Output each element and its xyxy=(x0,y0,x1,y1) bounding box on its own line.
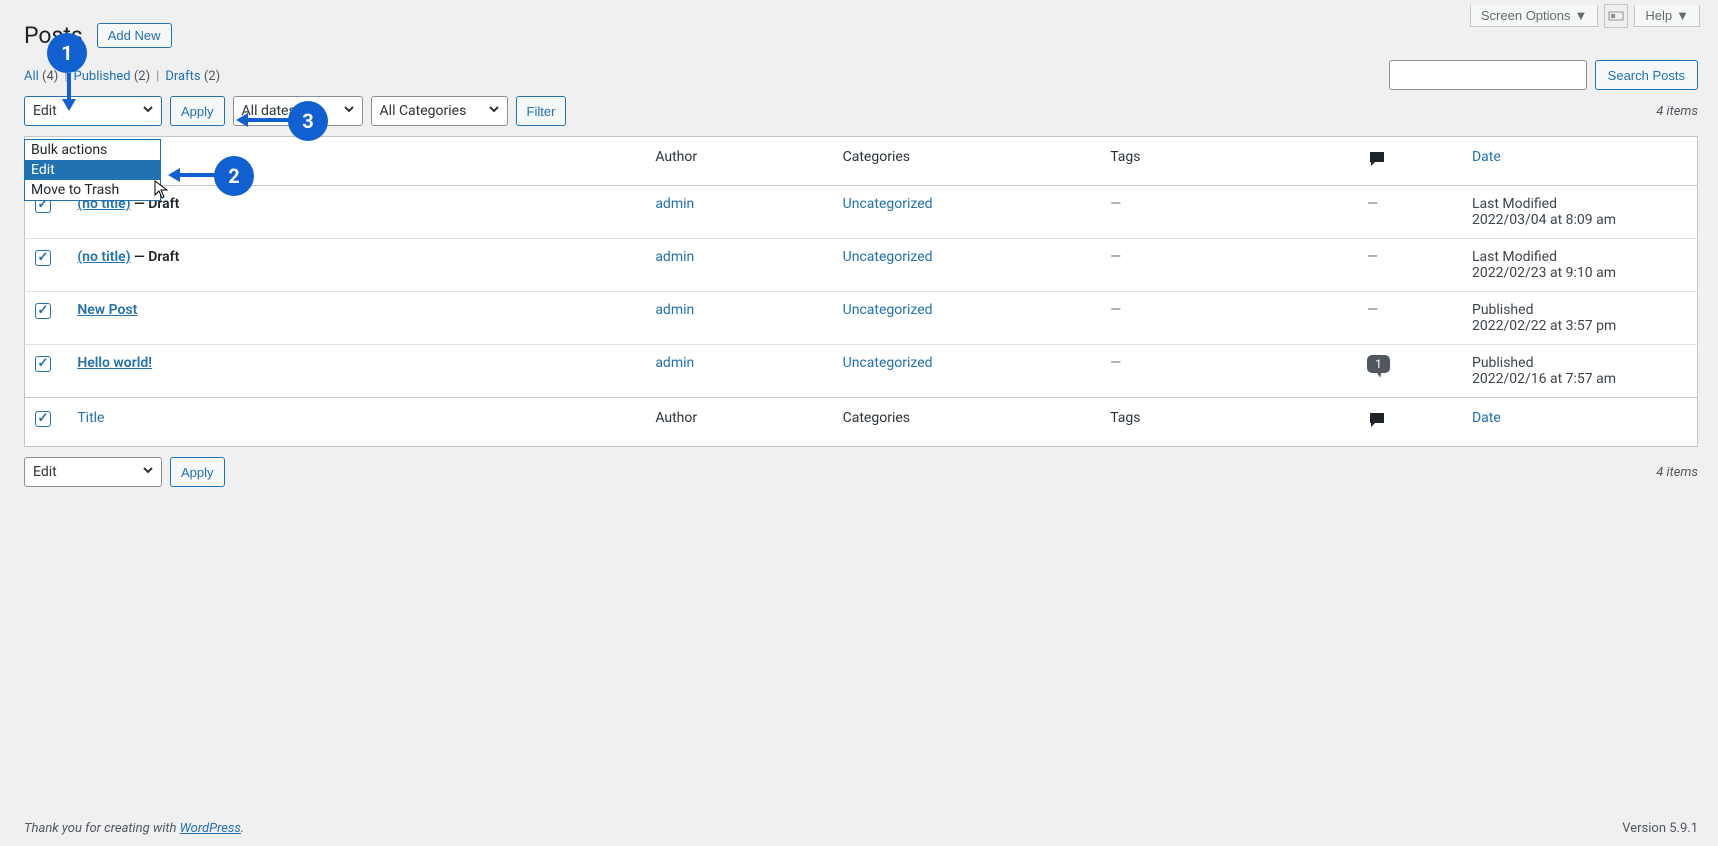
category-link[interactable]: Uncategorized xyxy=(843,249,933,265)
col-categories-footer: Categories xyxy=(833,398,1101,447)
col-categories: Categories xyxy=(833,137,1101,186)
tags-value: — xyxy=(1110,196,1121,212)
post-state: — Draft xyxy=(131,249,180,265)
bulk-option-trash[interactable]: Move to Trash xyxy=(25,180,160,200)
table-row: (no title) — DraftadminUncategorized——La… xyxy=(25,186,1698,239)
col-comments-footer[interactable] xyxy=(1357,398,1462,447)
col-author-footer: Author xyxy=(645,398,832,447)
screen-options-label: Screen Options xyxy=(1481,8,1571,23)
footer-thanks-prefix: Thank you for creating with xyxy=(24,821,180,836)
post-title-link[interactable]: Hello world! xyxy=(77,355,152,371)
filter-button[interactable]: Filter xyxy=(516,96,567,126)
bulk-action-select[interactable]: Edit xyxy=(24,96,162,126)
help-label: Help xyxy=(1645,8,1672,23)
date-status: Published xyxy=(1472,302,1687,318)
bulk-action-selected-bottom: Edit xyxy=(33,464,57,480)
date-status: Published xyxy=(1472,355,1687,371)
table-row: (no title) — Draft admin Uncategorized — — La… xyxy=(25,239,1698,292)
comment-count-badge[interactable]: 1 xyxy=(1367,355,1390,373)
category-link[interactable]: Uncategorized xyxy=(843,355,933,371)
category-filter-select[interactable]: All Categories xyxy=(371,96,508,126)
date-value: 2022/02/23 at 9:10 am xyxy=(1472,265,1687,281)
version-text: Version 5.9.1 xyxy=(1622,821,1698,836)
items-count-bottom: 4 items xyxy=(1656,465,1698,480)
bulk-option-bulk-actions[interactable]: Bulk actions xyxy=(25,140,160,160)
table-row: New Post admin Uncategorized — — Published202… xyxy=(25,292,1698,345)
date-value: 2022/02/16 at 7:57 am xyxy=(1472,371,1687,387)
help-button[interactable]: Help ▼ xyxy=(1634,5,1700,27)
row-checkbox[interactable] xyxy=(35,250,51,266)
col-tags: Tags xyxy=(1100,137,1357,186)
comment-icon xyxy=(1367,149,1387,173)
chevron-down-icon xyxy=(487,102,501,120)
author-link[interactable]: admin xyxy=(655,355,694,371)
comment-icon xyxy=(1367,410,1387,434)
post-title-link[interactable]: New Post xyxy=(77,302,137,318)
col-date[interactable]: Date xyxy=(1472,149,1501,165)
col-title-footer[interactable]: Title xyxy=(77,410,104,426)
select-all-checkbox-bottom[interactable] xyxy=(35,411,51,427)
wordpress-link[interactable]: WordPress xyxy=(180,821,241,836)
drag-hint-icon xyxy=(1604,4,1628,28)
table-row: Hello world! admin Uncategorized — 1 Publishe… xyxy=(25,345,1698,398)
col-date-footer[interactable]: Date xyxy=(1472,410,1501,426)
row-checkbox[interactable] xyxy=(35,356,51,372)
date-filter-select[interactable]: All dates xyxy=(233,96,363,126)
add-new-button[interactable]: Add New xyxy=(97,23,172,48)
date-status: Last Modified xyxy=(1472,249,1687,265)
items-count-top: 4 items xyxy=(1656,104,1698,119)
category-link[interactable]: Uncategorized xyxy=(843,302,933,318)
row-checkbox[interactable] xyxy=(35,303,51,319)
date-filter-selected: All dates xyxy=(242,103,296,119)
apply-bulk-button[interactable]: Apply xyxy=(170,96,225,126)
bulk-action-dropdown: Bulk actions Edit Move to Trash xyxy=(24,139,161,201)
filter-published-link[interactable]: Published (2) xyxy=(74,69,151,84)
tags-value: — xyxy=(1110,302,1121,318)
post-title-link[interactable]: (no title) xyxy=(77,249,130,265)
filter-all-link[interactable]: All (4) xyxy=(24,69,58,84)
col-tags-footer: Tags xyxy=(1100,398,1357,447)
chevron-down-icon xyxy=(141,463,155,481)
author-link[interactable]: admin xyxy=(655,302,694,318)
comments-value: — xyxy=(1367,302,1378,318)
col-comments[interactable] xyxy=(1357,137,1462,186)
page-title: Posts xyxy=(24,22,83,49)
comments-value: — xyxy=(1367,249,1378,265)
search-input[interactable] xyxy=(1389,60,1587,90)
author-link[interactable]: admin xyxy=(655,249,694,265)
apply-bulk-button-bottom[interactable]: Apply xyxy=(170,457,225,487)
chevron-down-icon xyxy=(141,102,155,120)
bulk-action-selected: Edit xyxy=(33,103,57,119)
author-link[interactable]: admin xyxy=(655,196,694,212)
search-posts-button[interactable]: Search Posts xyxy=(1595,60,1698,90)
comments-value: — xyxy=(1367,196,1378,212)
date-status: Last Modified xyxy=(1472,196,1687,212)
category-link[interactable]: Uncategorized xyxy=(843,196,933,212)
tags-value: — xyxy=(1110,355,1121,371)
col-author: Author xyxy=(645,137,832,186)
category-filter-selected: All Categories xyxy=(380,103,467,119)
chevron-down-icon: ▼ xyxy=(1676,8,1689,23)
date-value: 2022/03/04 at 8:09 am xyxy=(1472,212,1687,228)
chevron-down-icon xyxy=(342,102,356,120)
chevron-down-icon: ▼ xyxy=(1575,8,1588,23)
bulk-option-edit[interactable]: Edit xyxy=(25,160,160,180)
admin-footer: Thank you for creating with WordPress. V… xyxy=(24,821,1698,836)
tags-value: — xyxy=(1110,249,1121,265)
posts-table: Title Author Categories Tags Date (no ti… xyxy=(24,136,1698,447)
bulk-action-select-bottom[interactable]: Edit xyxy=(24,457,162,487)
screen-options-button[interactable]: Screen Options ▼ xyxy=(1470,5,1598,27)
date-value: 2022/02/22 at 3:57 pm xyxy=(1472,318,1687,334)
filter-drafts-link[interactable]: Drafts (2) xyxy=(165,69,220,84)
